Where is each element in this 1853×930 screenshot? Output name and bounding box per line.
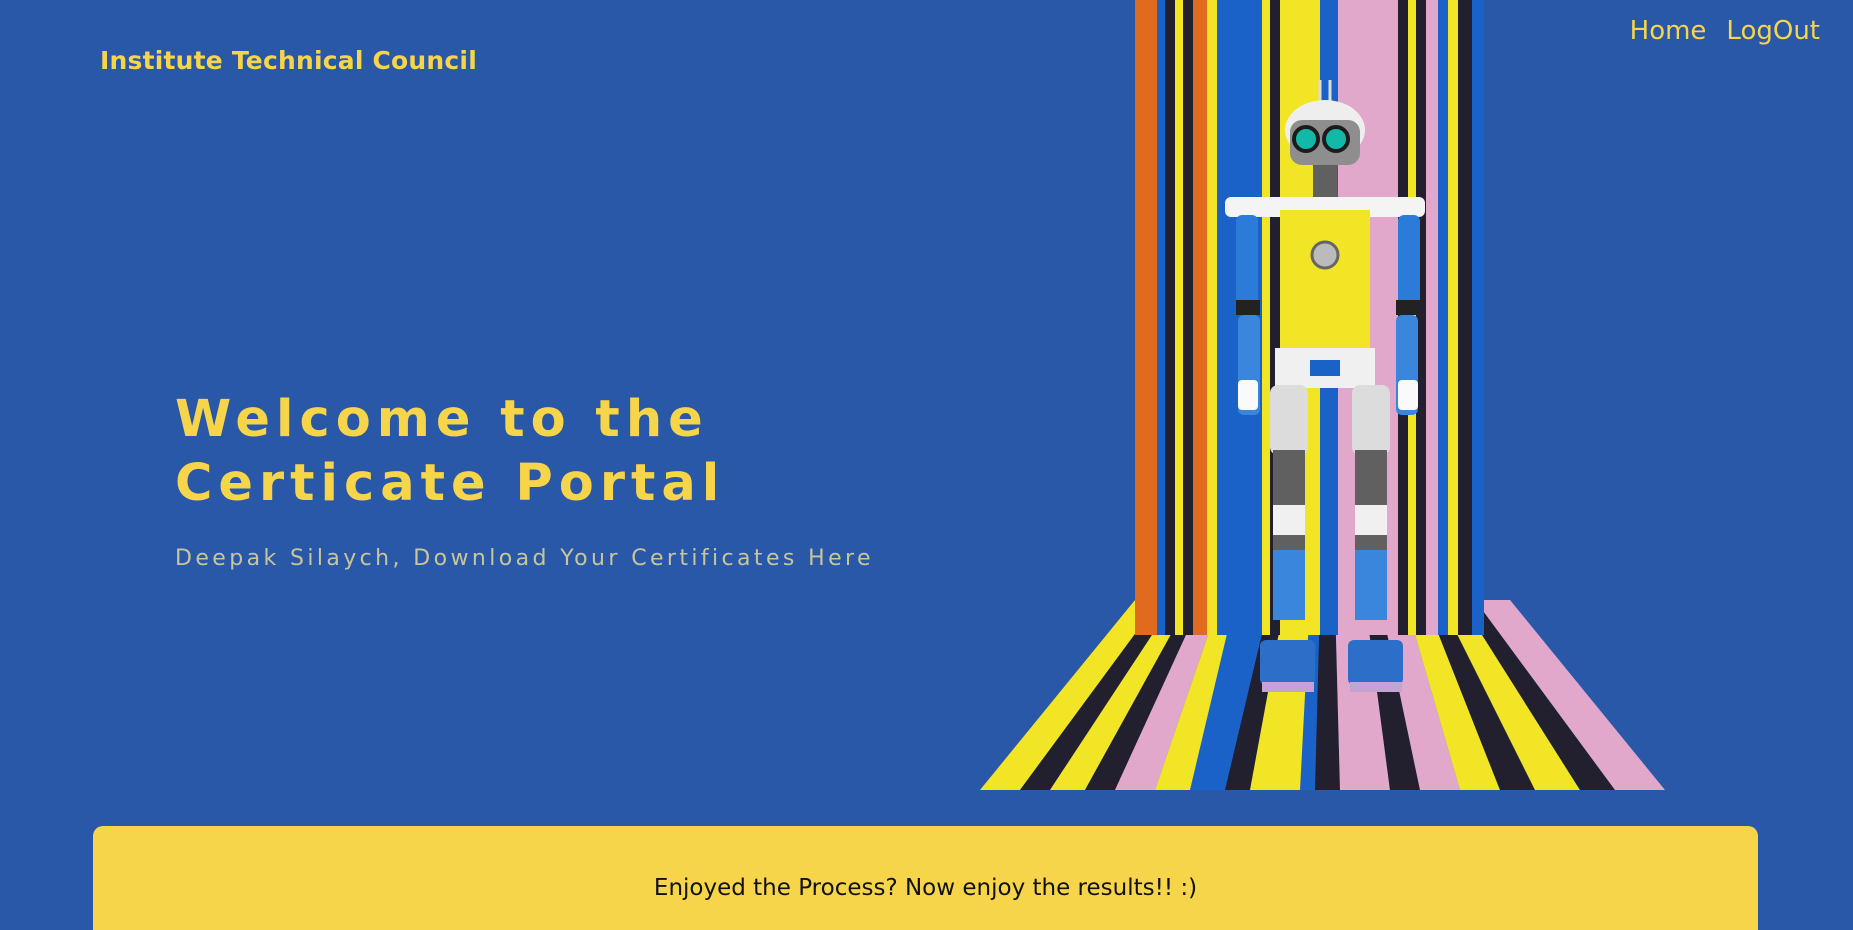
certificate-portal-page: Institute Technical Council Home LogOut …	[0, 0, 1853, 930]
brand-logo-text[interactable]: Institute Technical Council	[100, 46, 477, 75]
hero-title: Welcome to the Certicate Portal	[175, 388, 725, 516]
hero-title-line2: Certicate Portal	[175, 454, 726, 513]
results-card-heading: Enjoyed the Process? Now enjoy the resul…	[653, 875, 1198, 901]
results-card: Enjoyed the Process? Now enjoy the resul…	[93, 826, 1758, 930]
nav-logout-link[interactable]: LogOut	[1726, 16, 1820, 46]
robot-illustration	[980, 0, 1665, 790]
hero-title-line1: Welcome to the	[175, 390, 709, 449]
hero-subtitle: Deepak Silaych, Download Your Certificat…	[175, 546, 874, 571]
